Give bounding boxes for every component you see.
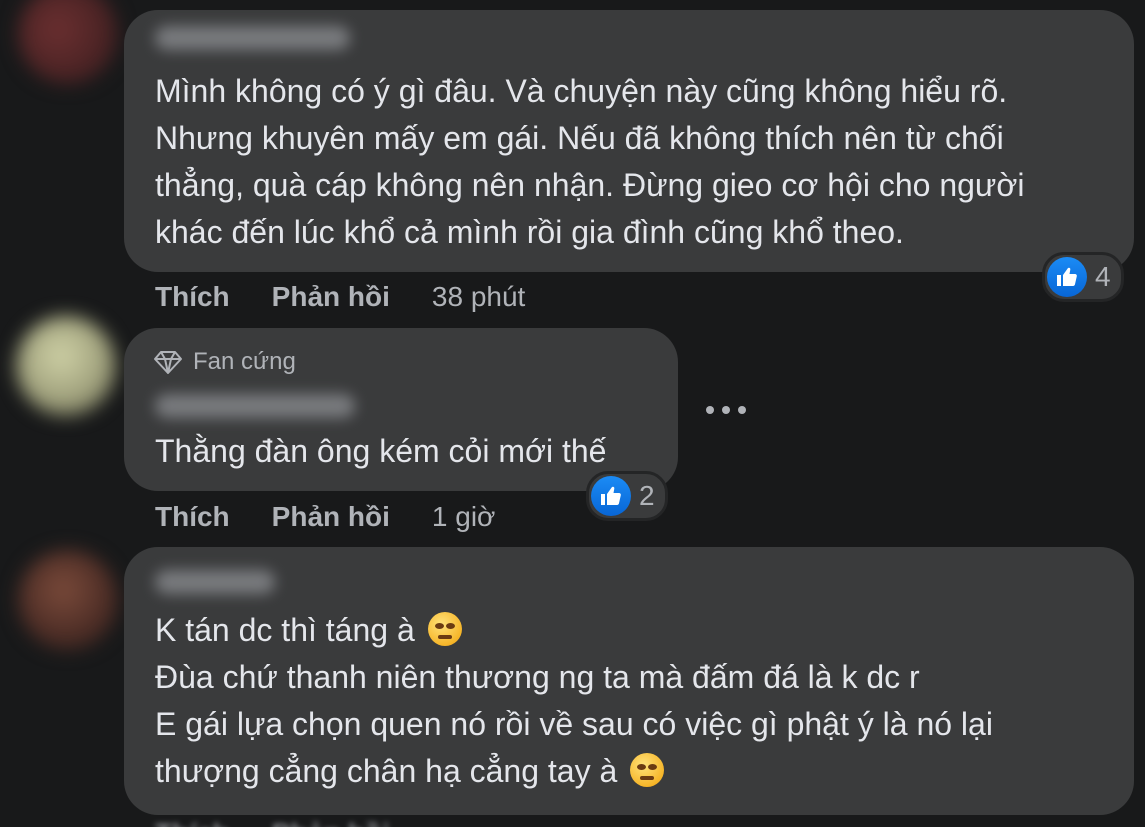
reply-button[interactable]: Phản hồi [272,501,390,533]
thumbs-up-icon [1047,257,1087,297]
flushed-face-emoji [427,612,462,646]
comment-line: thẳng, quà cáp không nên nhận. Đừng gieo… [155,167,1025,203]
reaction-count: 4 [1095,261,1111,292]
reaction-count: 2 [639,480,655,511]
reply-button[interactable]: Phản hồi [272,281,390,313]
comment-line: Thằng đàn ông kém cỏi mới thế [155,433,607,469]
reply-button[interactable]: Phản hồi [272,818,390,827]
comment-line: E gái lựa chọn quen nó rồi về sau có việ… [155,706,993,742]
comment-text: Mình không có ý gì đâu. Và chuyện này cũ… [155,68,1024,256]
comment-line: thượng cẳng chân hạ cẳng tay à [155,753,618,789]
comment-line: Đùa chứ thanh niên thương ng ta mà đấm đ… [155,659,920,695]
comment-line: Nhưng khuyên mấy em gái. Nếu đã không th… [155,120,1004,156]
comment-text: Thằng đàn ông kém cỏi mới thế [155,428,606,475]
badge-label: Fan cứng [193,348,296,375]
commenter-name-redacted[interactable] [155,570,275,594]
thumbs-up-icon [591,476,631,516]
like-button[interactable]: Thích [155,501,230,533]
avatar[interactable] [16,316,116,416]
comment-text: K tán dc thì táng à Đùa chứ thanh niên t… [155,607,993,795]
avatar[interactable] [18,0,118,84]
avatar[interactable] [18,550,118,650]
comment-actions: Thích Phản hồi 1 giờ [155,501,495,533]
comment-line: khác đến lúc khổ cả mình rồi gia đình cũ… [155,214,904,250]
more-options-icon[interactable] [706,396,746,424]
commenter-name-redacted[interactable] [155,26,350,50]
comment-timestamp[interactable]: 1 giờ [432,501,496,533]
comment-thread: Mình không có ý gì đâu. Và chuyện này cũ… [0,0,1145,827]
fan-badge: Fan cứng [153,348,296,376]
comment-line: K tán dc thì táng à [155,612,415,648]
commenter-name-redacted[interactable] [155,394,355,418]
comment-line: Mình không có ý gì đâu. Và chuyện này cũ… [155,73,1008,109]
comment-actions: Thích Phản hồi 38 phút [155,281,525,313]
diamond-icon [153,349,183,375]
weary-face-emoji [630,753,665,787]
comment-actions: Thích Phản hồi [155,818,432,827]
comment-timestamp[interactable]: 38 phút [432,281,525,313]
like-button[interactable]: Thích [155,281,230,313]
reaction-summary[interactable]: 2 [586,471,668,521]
like-button[interactable]: Thích [155,818,230,827]
reaction-summary[interactable]: 4 [1042,252,1124,302]
